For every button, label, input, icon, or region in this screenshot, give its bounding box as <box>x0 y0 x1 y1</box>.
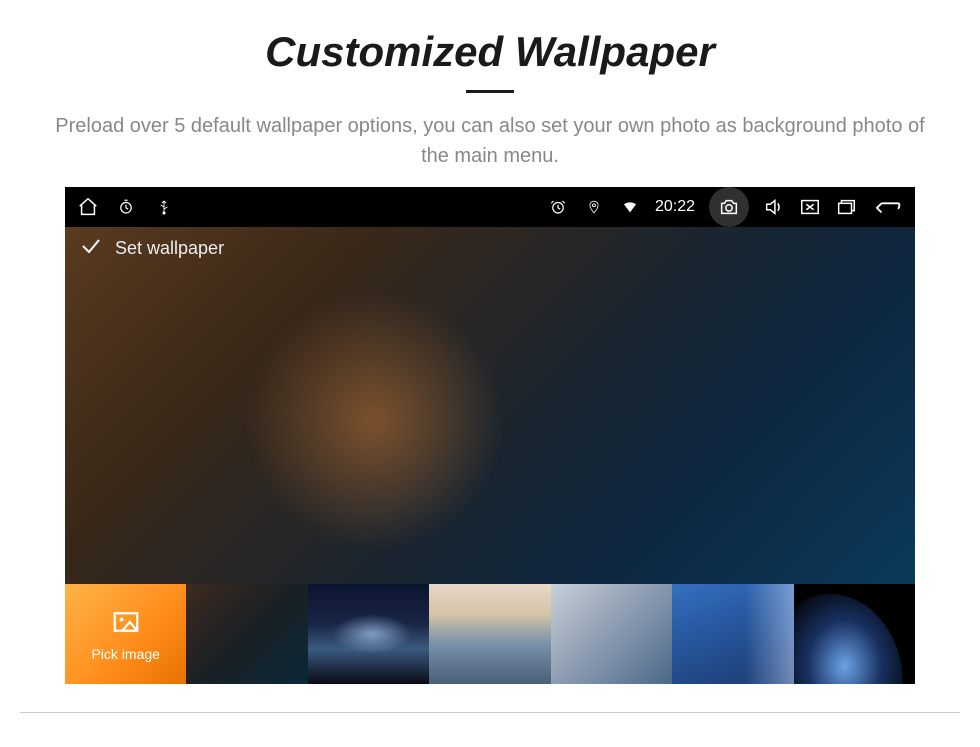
timer-icon <box>115 196 137 218</box>
volume-icon[interactable] <box>763 196 785 218</box>
device-screenshot: 20:22 Set wall <box>65 187 915 684</box>
image-icon <box>111 607 141 642</box>
recent-windows-icon[interactable] <box>835 196 857 218</box>
wallpaper-thumb-1[interactable] <box>186 584 307 684</box>
location-icon <box>583 196 605 218</box>
wallpaper-thumb-2[interactable] <box>308 584 429 684</box>
pick-image-button[interactable]: Pick image <box>65 584 186 684</box>
section-divider <box>20 712 960 713</box>
back-icon[interactable] <box>871 196 903 218</box>
checkmark-icon <box>79 234 103 263</box>
set-wallpaper-label: Set wallpaper <box>115 238 224 259</box>
wallpaper-preview: Set wallpaper <box>65 227 915 584</box>
wallpaper-thumb-4[interactable] <box>551 584 672 684</box>
pick-image-label: Pick image <box>91 646 159 662</box>
usb-icon <box>153 196 175 218</box>
page-subtitle: Preload over 5 default wallpaper options… <box>50 111 930 171</box>
wallpaper-thumb-3[interactable] <box>429 584 550 684</box>
wifi-icon <box>619 196 641 218</box>
home-icon[interactable] <box>77 196 99 218</box>
close-window-icon[interactable] <box>799 196 821 218</box>
alarm-icon <box>547 196 569 218</box>
title-divider <box>466 90 514 93</box>
camera-icon <box>718 196 740 218</box>
wallpaper-thumb-6[interactable] <box>794 584 915 684</box>
status-bar: 20:22 <box>65 187 915 227</box>
page-title: Customized Wallpaper <box>0 28 980 76</box>
preview-glow <box>235 281 515 561</box>
wallpaper-thumbnail-strip: Pick image <box>65 584 915 684</box>
set-wallpaper-header[interactable]: Set wallpaper <box>65 227 915 269</box>
status-time: 20:22 <box>655 198 695 216</box>
wallpaper-thumb-5[interactable] <box>672 584 793 684</box>
camera-button[interactable] <box>709 187 749 227</box>
